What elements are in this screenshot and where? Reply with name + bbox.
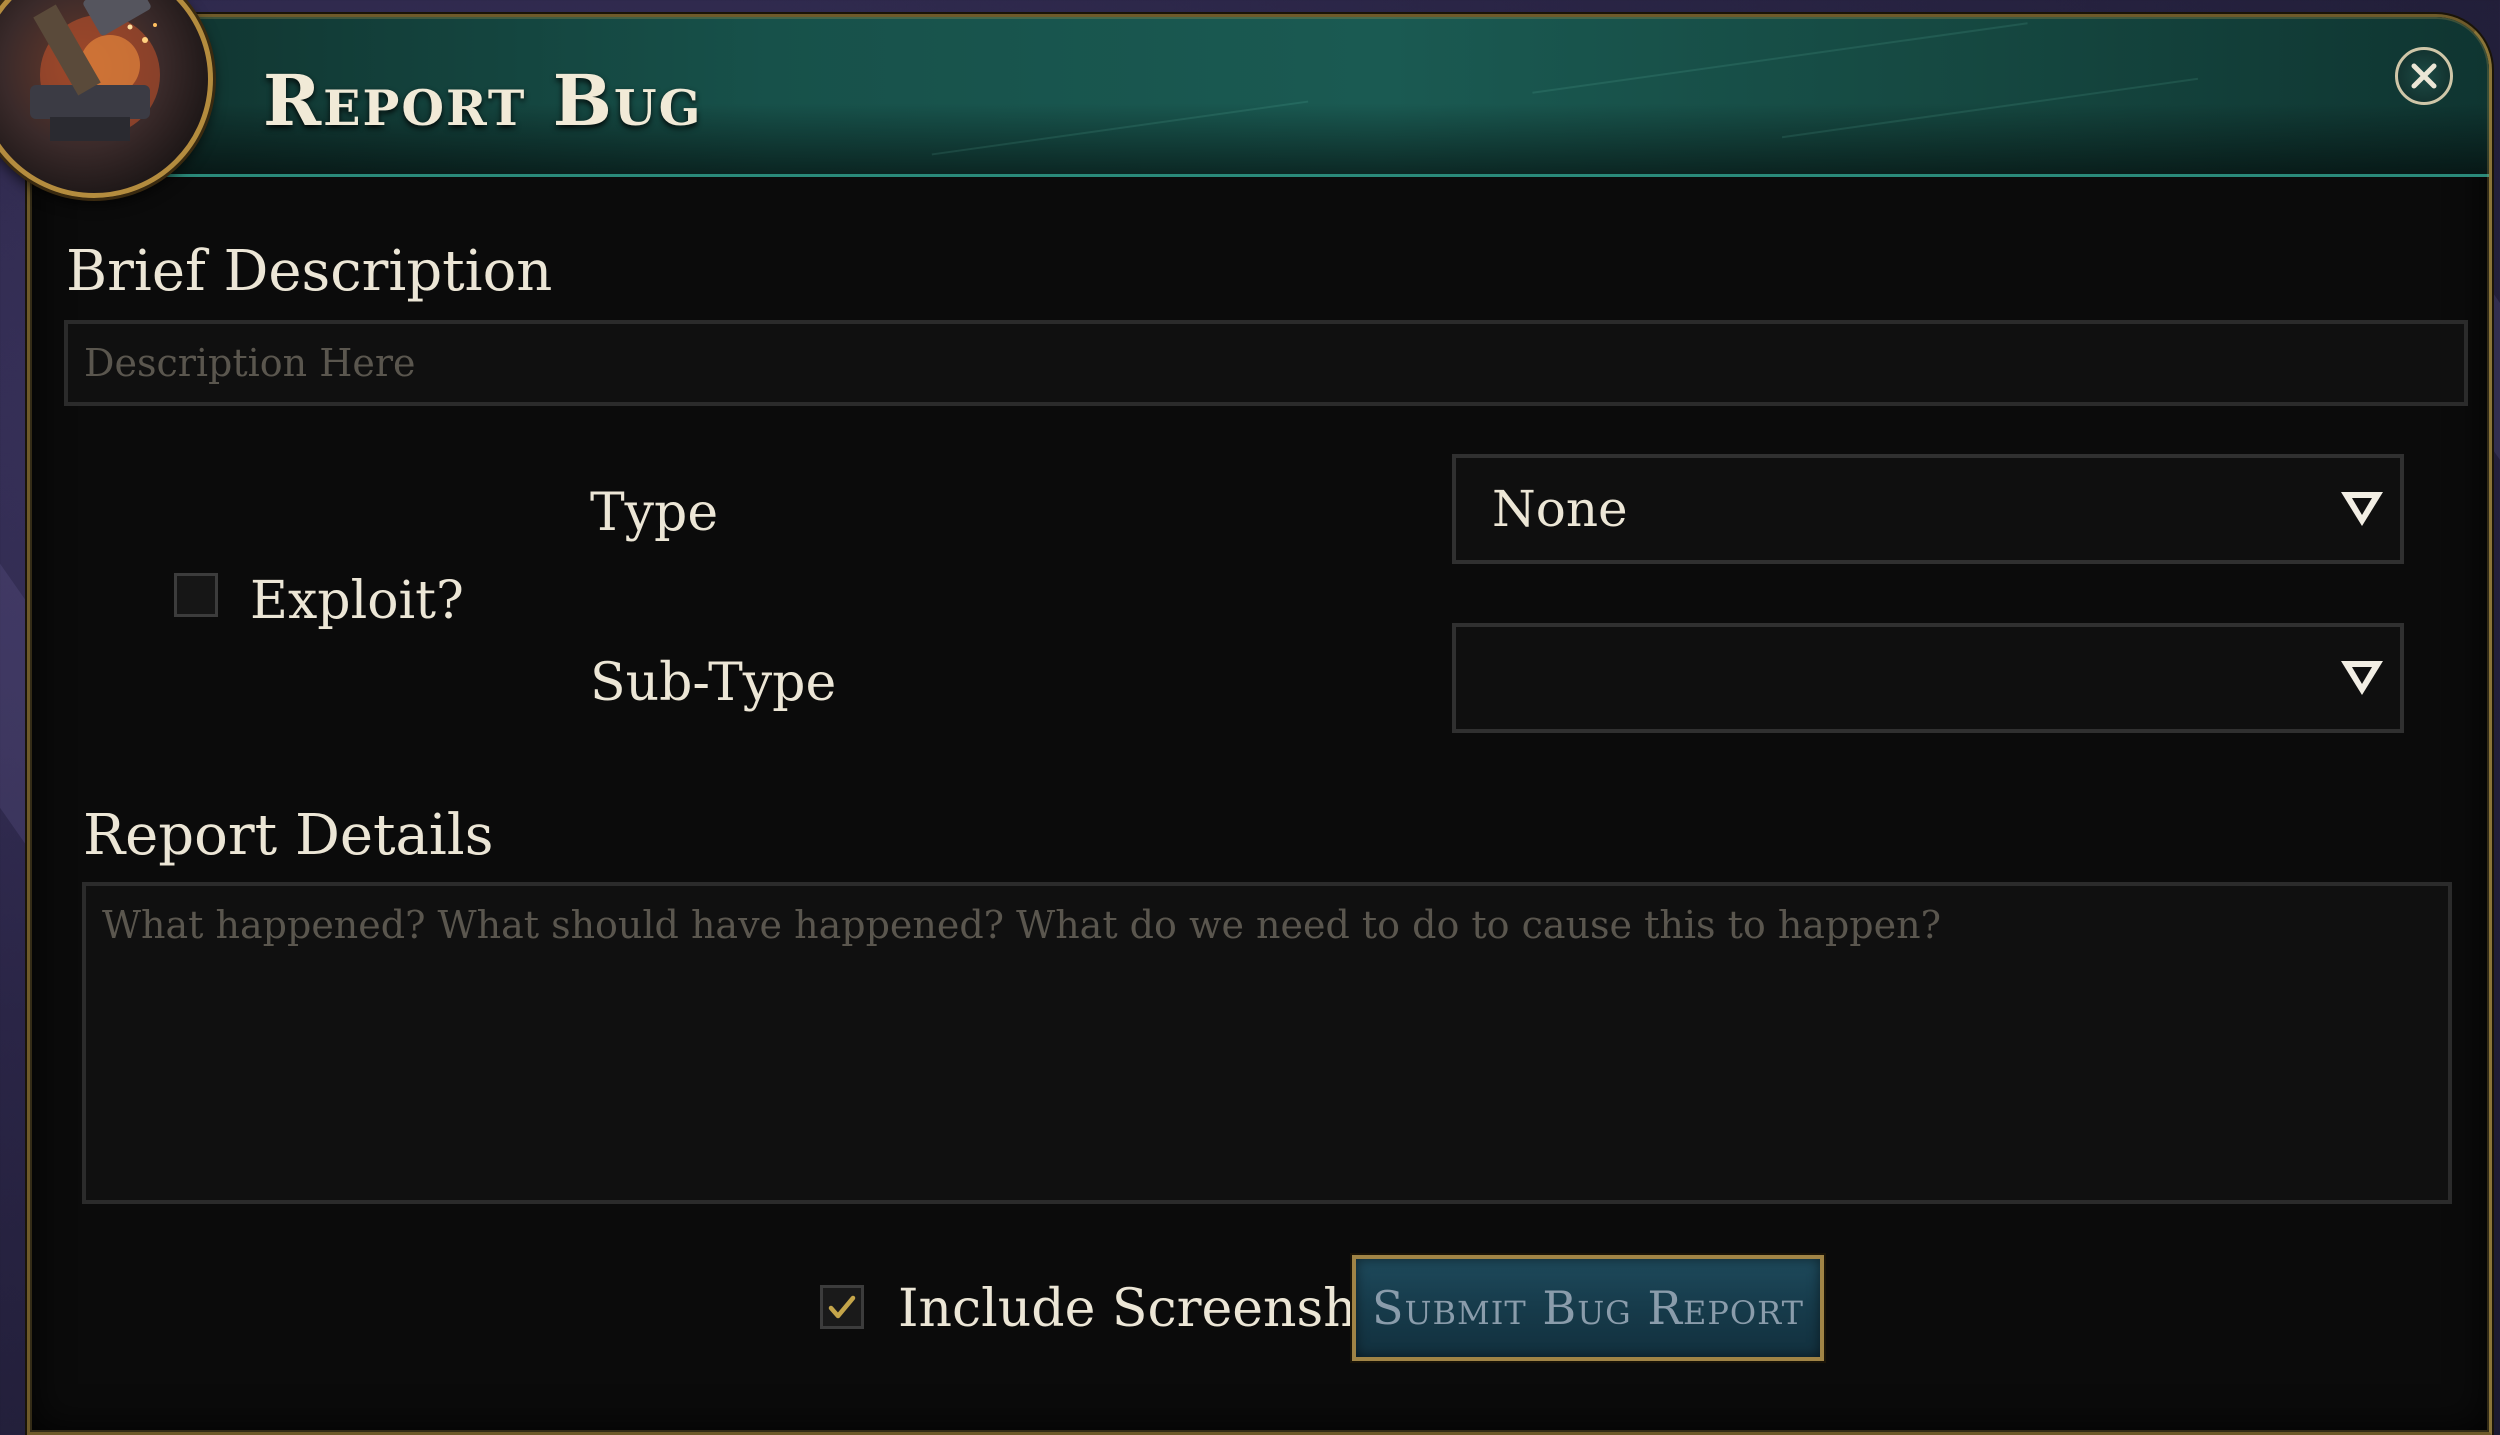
anvil-hammer-icon <box>0 0 213 198</box>
type-selected-value: None <box>1492 480 1628 538</box>
type-dropdown[interactable]: None <box>1452 454 2404 564</box>
header-decoration <box>1532 22 2028 94</box>
type-label: Type <box>590 483 719 543</box>
checkmark-icon <box>828 1295 856 1319</box>
chevron-down-icon <box>2341 492 2383 526</box>
emblem-artwork <box>30 0 160 141</box>
close-icon <box>2411 63 2437 89</box>
brief-description-input[interactable] <box>64 320 2468 406</box>
submit-bug-report-button[interactable]: Submit Bug Report <box>1352 1255 1824 1361</box>
chevron-down-icon <box>2341 661 2383 695</box>
dialog-header: Report Bug <box>30 17 2489 177</box>
sub-type-dropdown[interactable] <box>1452 623 2404 733</box>
include-screenshot-checkbox[interactable] <box>820 1285 864 1329</box>
report-details-textarea[interactable] <box>82 882 2452 1204</box>
exploit-label: Exploit? <box>250 571 464 631</box>
report-details-label: Report Details <box>83 803 494 868</box>
header-decoration <box>931 100 1309 156</box>
sub-type-label: Sub-Type <box>590 653 837 713</box>
close-button[interactable] <box>2395 47 2453 105</box>
exploit-checkbox[interactable] <box>174 573 218 617</box>
header-decoration <box>1781 77 2199 139</box>
dialog-title: Report Bug <box>263 59 703 142</box>
brief-description-label: Brief Description <box>66 239 553 304</box>
report-bug-dialog: Report Bug Brief Description Exploit? Ty… <box>27 14 2492 1435</box>
include-screenshot-label: Include Screenshot <box>898 1279 1409 1339</box>
